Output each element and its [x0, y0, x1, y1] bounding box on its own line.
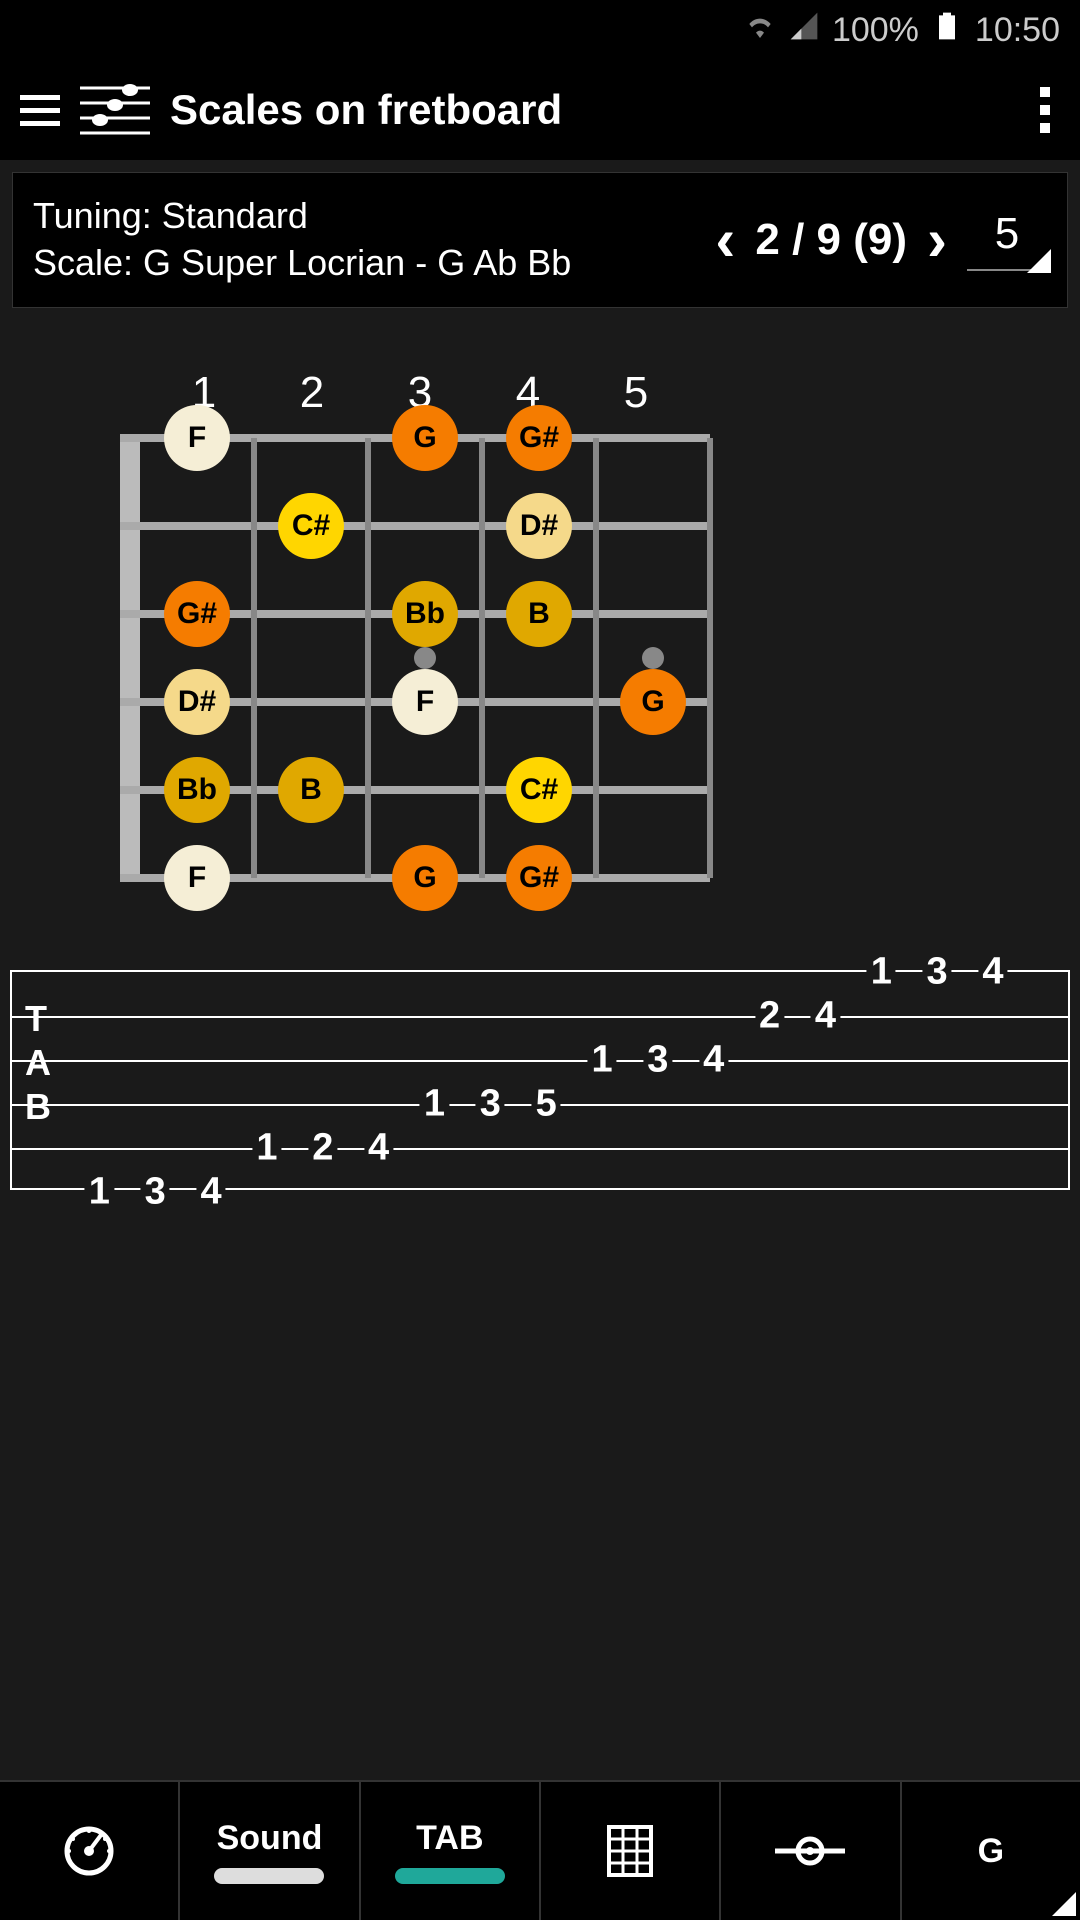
- tab-fret-number: 4: [811, 995, 840, 1038]
- fret-line: [365, 438, 371, 878]
- fretboard-section: 12345 FGG#C#D#G#BbBD#FGBbBC#FGG#: [0, 308, 1080, 878]
- tab-fret-number: 3: [643, 1039, 672, 1082]
- tab-fret-number: 3: [923, 951, 952, 994]
- fretboard-note[interactable]: C#: [506, 757, 572, 823]
- bottom-toolbar: Sound TAB G: [0, 1780, 1080, 1920]
- chevron-right-icon[interactable]: ›: [927, 205, 947, 274]
- fretboard-note[interactable]: G: [620, 669, 686, 735]
- tab-line: [10, 1060, 1068, 1062]
- position-input[interactable]: 5: [967, 209, 1047, 271]
- tab-toggle[interactable]: TAB: [361, 1782, 541, 1920]
- tab-fret-number: 4: [978, 951, 1007, 994]
- tab-line: [10, 1016, 1068, 1018]
- tab-fret-number: 5: [532, 1083, 561, 1126]
- fretboard-note[interactable]: D#: [164, 669, 230, 735]
- fret-marker: [414, 647, 436, 669]
- battery-percent: 100%: [832, 11, 919, 50]
- chevron-left-icon[interactable]: ‹: [715, 205, 735, 274]
- string-line: [120, 522, 710, 530]
- gauge-icon: [61, 1823, 117, 1879]
- tab-fret-number: 3: [141, 1171, 170, 1214]
- fretboard-note[interactable]: G#: [164, 581, 230, 647]
- sound-label: Sound: [217, 1819, 323, 1858]
- grid-icon: [605, 1823, 655, 1879]
- tuner-icon: [775, 1831, 845, 1871]
- tuning-label: Tuning: Standard: [33, 193, 695, 240]
- tab-clef-label: B: [25, 1086, 51, 1128]
- scale-label: Scale: G Super Locrian - G Ab Bb: [33, 240, 695, 287]
- nut: [120, 438, 140, 878]
- tab-fret-number: 1: [85, 1171, 114, 1214]
- fretboard-note[interactable]: Bb: [392, 581, 458, 647]
- fretboard-note[interactable]: B: [278, 757, 344, 823]
- fretboard-note[interactable]: Bb: [164, 757, 230, 823]
- tab-clef-label: A: [25, 1042, 51, 1084]
- fretboard-note[interactable]: B: [506, 581, 572, 647]
- tab-fret-number: 4: [196, 1171, 225, 1214]
- menu-icon[interactable]: [20, 95, 60, 126]
- fret-line: [707, 438, 713, 878]
- sound-toggle[interactable]: Sound: [180, 1782, 360, 1920]
- status-bar: 100% 10:50: [0, 0, 1080, 60]
- fretboard-note[interactable]: G: [392, 405, 458, 471]
- fret-marker: [642, 647, 664, 669]
- tab-fret-number: 4: [364, 1127, 393, 1170]
- position-display: 2 / 9 (9): [755, 215, 907, 265]
- tab-clef-label: T: [25, 998, 47, 1040]
- sound-indicator: [214, 1868, 324, 1884]
- grid-view-button[interactable]: [541, 1782, 721, 1920]
- tab-indicator: [395, 1868, 505, 1884]
- fretboard-note[interactable]: G: [392, 845, 458, 911]
- scale-info-text: Tuning: Standard Scale: G Super Locrian …: [33, 193, 695, 287]
- fret-number: 5: [582, 368, 690, 418]
- battery-icon: [931, 10, 963, 51]
- fretboard-note[interactable]: F: [164, 845, 230, 911]
- fretboard-note[interactable]: G#: [506, 405, 572, 471]
- tab-fret-number: 4: [699, 1039, 728, 1082]
- tab-label: TAB: [416, 1819, 483, 1858]
- fretboard-note[interactable]: C#: [278, 493, 344, 559]
- fret-number: 2: [258, 368, 366, 418]
- fretboard-diagram[interactable]: FGG#C#D#G#BbBD#FGBbBC#FGG#: [120, 438, 710, 878]
- fret-line: [251, 438, 257, 878]
- tab-line: [10, 1148, 1068, 1150]
- root-note-selector[interactable]: G: [902, 1782, 1080, 1920]
- scale-info-panel: Tuning: Standard Scale: G Super Locrian …: [12, 172, 1068, 308]
- tab-fret-number: 1: [420, 1083, 449, 1126]
- root-note-label: G: [978, 1832, 1004, 1871]
- metronome-button[interactable]: [0, 1782, 180, 1920]
- tab-notation: TAB13412413513424134: [10, 970, 1070, 1190]
- app-logo-icon: [80, 78, 150, 143]
- tab-fret-number: 1: [252, 1127, 281, 1170]
- fretboard-note[interactable]: G#: [506, 845, 572, 911]
- signal-icon: [788, 10, 820, 51]
- wifi-icon: [744, 10, 776, 51]
- tab-fret-number: 2: [308, 1127, 337, 1170]
- page-title: Scales on fretboard: [170, 86, 1010, 134]
- tab-fret-number: 2: [755, 995, 784, 1038]
- tab-fret-number: 1: [867, 951, 896, 994]
- tuning-button[interactable]: [721, 1782, 901, 1920]
- clock: 10:50: [975, 11, 1060, 50]
- fretboard-note[interactable]: D#: [506, 493, 572, 559]
- fret-line: [593, 438, 599, 878]
- app-bar: Scales on fretboard: [0, 60, 1080, 160]
- fret-line: [479, 438, 485, 878]
- fretboard-note[interactable]: F: [392, 669, 458, 735]
- fretboard-note[interactable]: F: [164, 405, 230, 471]
- overflow-menu-icon[interactable]: [1030, 77, 1060, 143]
- tab-fret-number: 3: [476, 1083, 505, 1126]
- position-nav: ‹ 2 / 9 (9) ›: [715, 205, 947, 274]
- tab-fret-number: 1: [587, 1039, 616, 1082]
